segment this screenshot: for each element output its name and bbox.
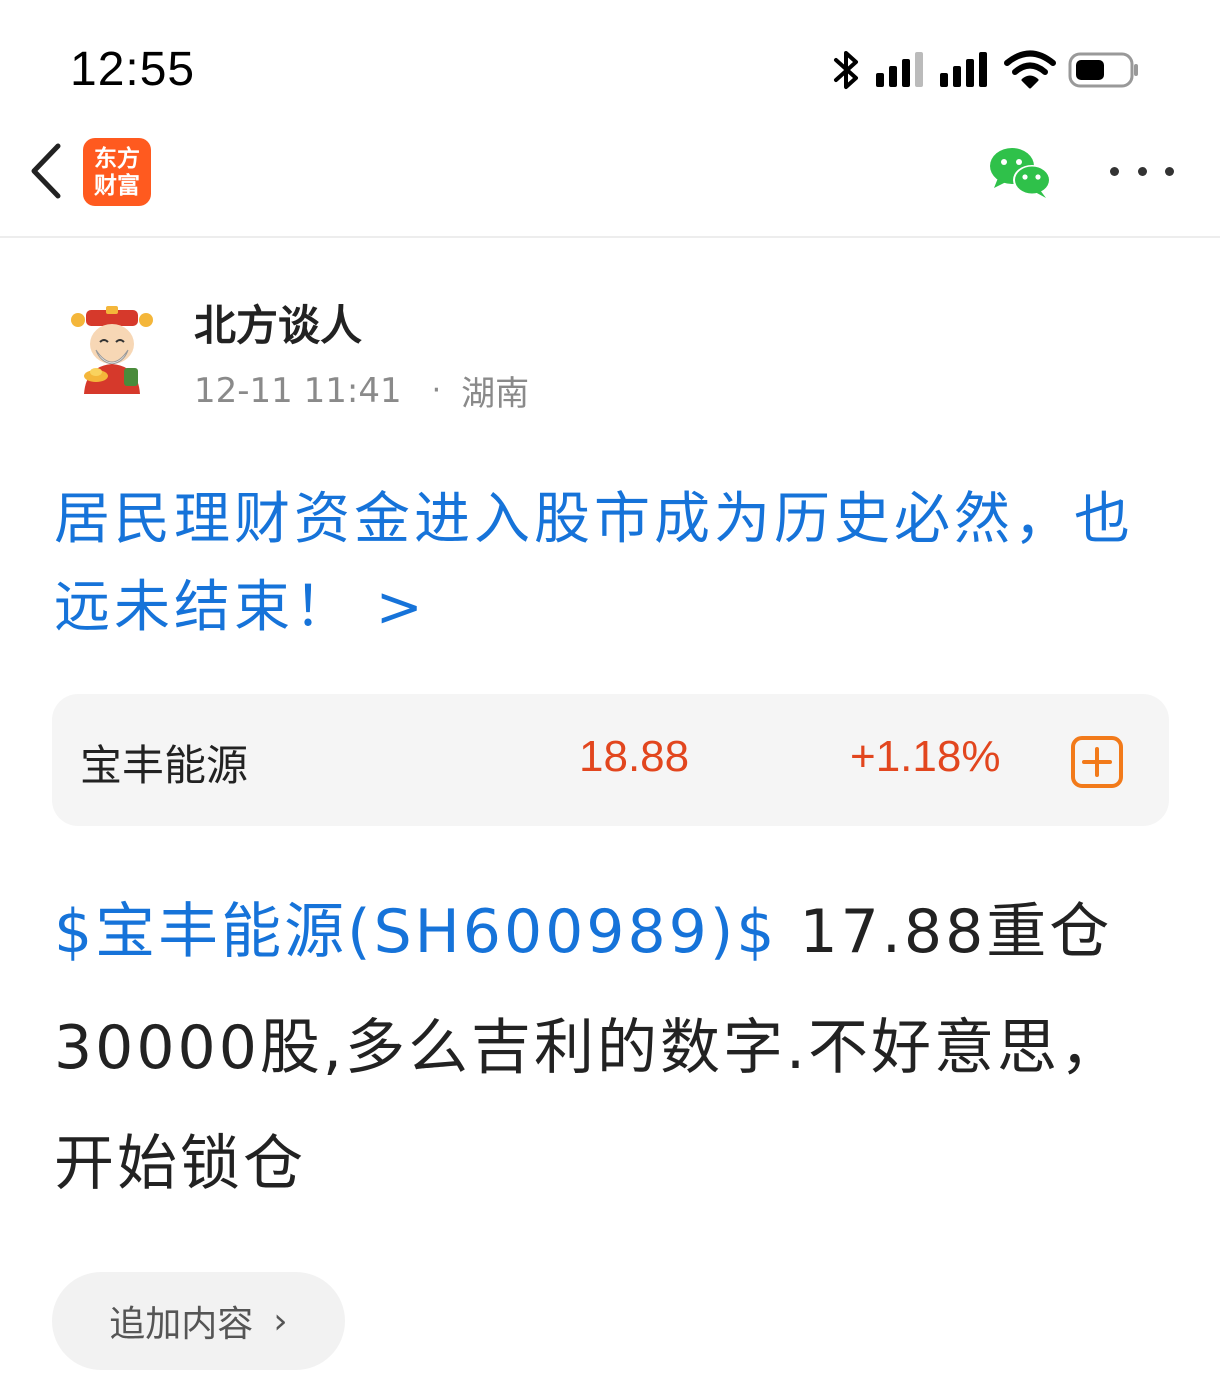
stock-name: 宝丰能源 <box>80 741 249 790</box>
article-title-link[interactable]: 居民理财资金进入股市成为历史必然，也远未结束！ > <box>54 476 1174 652</box>
stock-tag-link[interactable]: $宝丰能源(SH600989)$ <box>54 897 777 967</box>
append-content-button[interactable]: 追加内容 › <box>52 1272 345 1370</box>
wechat-share-button[interactable] <box>988 146 1052 200</box>
status-icons <box>830 48 1140 92</box>
wifi-icon <box>1004 50 1056 89</box>
add-watchlist-button[interactable] <box>1070 735 1124 789</box>
meta-separator: · <box>431 373 442 408</box>
post-datetime: 12-11 11:41 <box>194 370 402 411</box>
stock-quote-card[interactable]: 宝丰能源 18.88 +1.18% <box>52 694 1169 826</box>
more-dots-icon <box>1165 166 1174 176</box>
app-logo-line2: 财富 <box>94 172 140 199</box>
more-dots-icon <box>1110 166 1119 176</box>
back-chevron-icon <box>31 143 61 199</box>
post-page: 12:55 东方 财富 北方谈人 12-11 11:41 · 湖南 居民理财资金… <box>0 0 1220 1396</box>
author-avatar[interactable] <box>66 304 158 396</box>
chevron-right-icon: › <box>273 1300 288 1342</box>
status-time: 12:55 <box>70 43 196 96</box>
post-location: 湖南 <box>461 374 530 414</box>
stock-change: +1.18% <box>850 732 1001 781</box>
back-button[interactable] <box>18 138 74 204</box>
app-logo-line1: 东方 <box>94 145 140 172</box>
signal-icon <box>940 52 987 87</box>
bluetooth-icon <box>834 51 858 89</box>
author-name[interactable]: 北方谈人 <box>194 292 362 353</box>
signal-icon <box>876 52 923 87</box>
nav-bar: 东方 财富 <box>0 112 1220 238</box>
post-body: $宝丰能源(SH600989)$ 17.88重仓30000股,多么吉利的数字.不… <box>54 874 1174 1222</box>
app-logo[interactable]: 东方 财富 <box>83 138 151 206</box>
more-dots-icon <box>1137 166 1147 176</box>
stock-price: 18.88 <box>579 732 690 781</box>
post-meta: 12-11 11:41 · 湖南 <box>194 366 529 415</box>
wechat-icon <box>990 148 1051 198</box>
append-content-label: 追加内容 <box>109 1304 254 1345</box>
battery-icon <box>1068 52 1138 88</box>
more-button[interactable] <box>1110 156 1174 186</box>
